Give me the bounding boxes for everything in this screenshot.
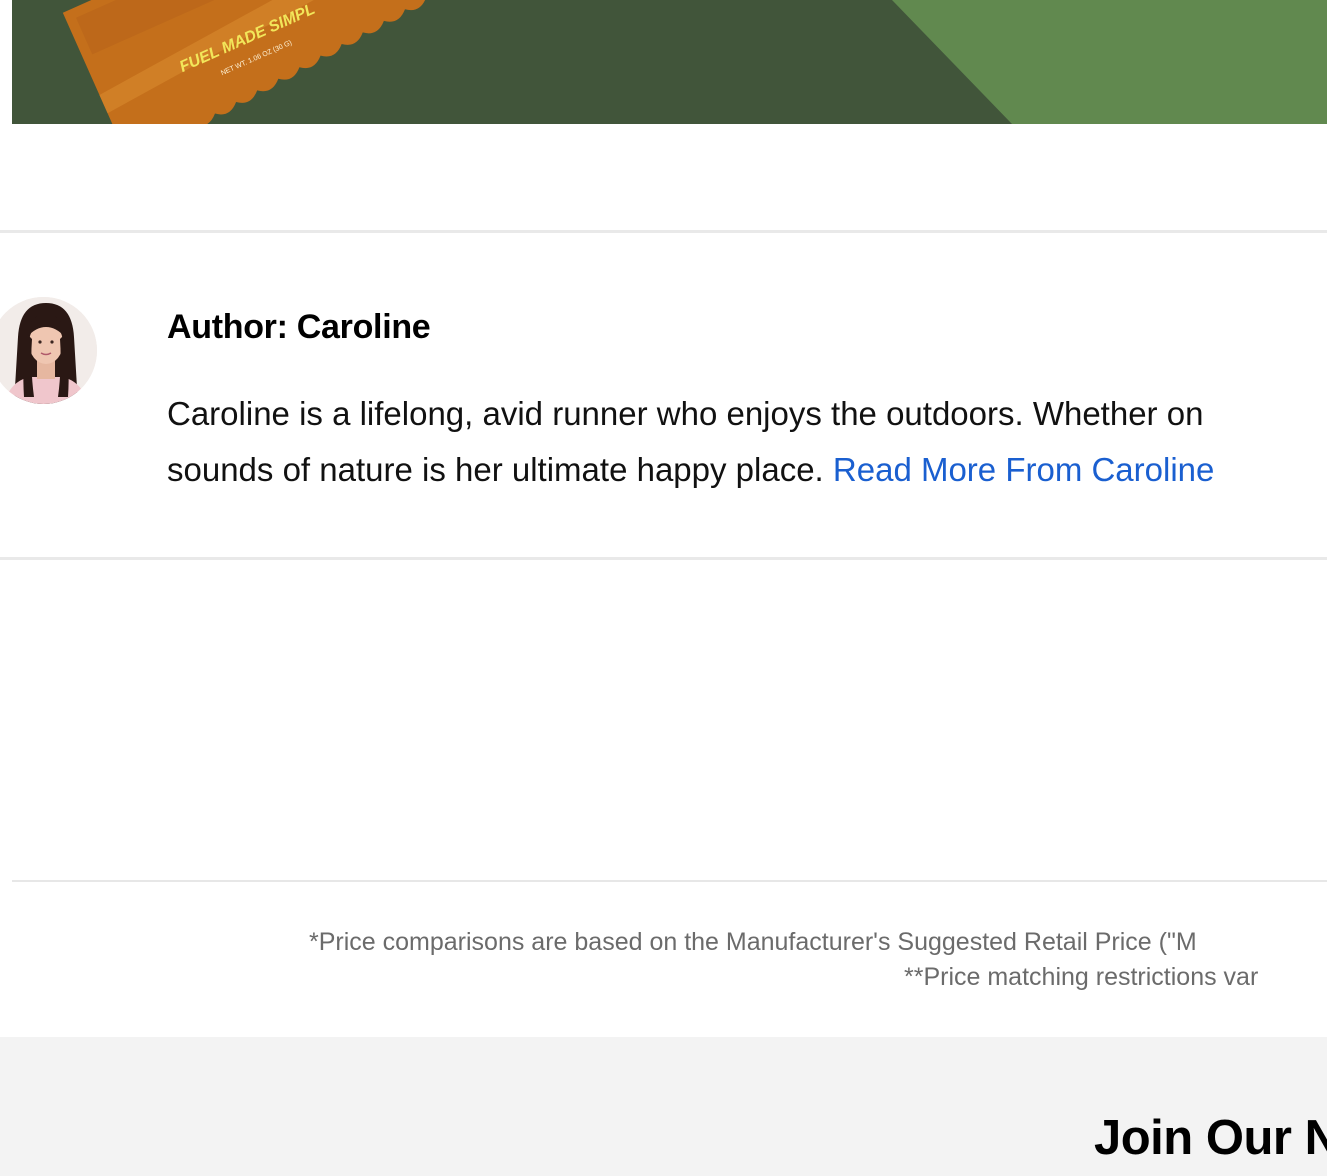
author-bio-text: sounds of nature is her ultimate happy p… [167,451,824,488]
read-more-link[interactable]: Read More From Caroline [833,451,1214,488]
author-bio-line-1: Caroline is a lifelong, avid runner who … [167,395,1204,432]
price-comparison-disclaimer: *Price comparisons are based on the Manu… [309,928,1197,956]
author-bio-line-2: sounds of nature is her ultimate happy p… [167,442,1214,498]
author-name: Author: Caroline [167,308,431,346]
newsletter-title: Join Our N [1094,1111,1327,1165]
section-divider-bottom [0,557,1327,560]
footer-divider [12,880,1327,882]
author-avatar [0,297,97,404]
author-bio: Caroline is a lifelong, avid runner who … [167,386,1214,498]
section-divider-top [0,230,1327,233]
hero-banner-image: FUEL MADE SIMPL NET WT. 1.06 OZ (30 G) [12,0,1327,124]
price-matching-disclaimer: **Price matching restrictions var [904,963,1259,991]
hero-illustration: FUEL MADE SIMPL NET WT. 1.06 OZ (30 G) [12,0,1327,124]
